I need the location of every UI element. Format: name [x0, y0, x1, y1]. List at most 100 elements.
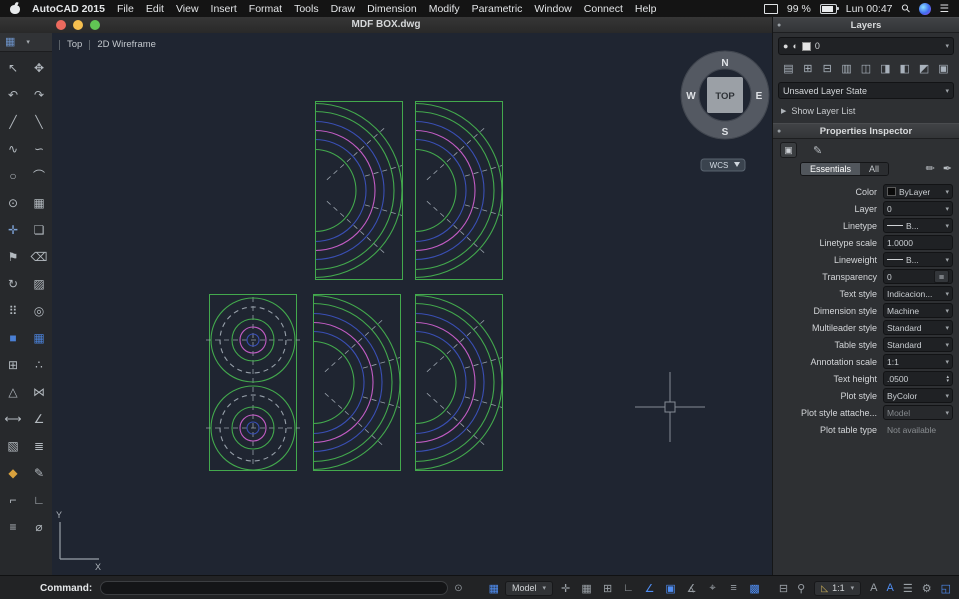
measure-icon[interactable]: ⌀ — [26, 513, 52, 540]
siri-icon[interactable] — [918, 2, 931, 15]
fullscreen-icon[interactable]: ◱ — [941, 582, 951, 595]
viewport-style-control[interactable]: 2D Wireframe — [97, 39, 156, 50]
show-layer-list-disclosure[interactable]: ▶ Show Layer List — [781, 105, 951, 117]
tool-set-chevron-icon[interactable]: ▾ — [26, 38, 30, 46]
linetype-scale-control[interactable] — [883, 235, 953, 250]
select-icon[interactable]: ↖ — [0, 54, 26, 81]
tag-icon[interactable]: ⚑ — [0, 243, 26, 270]
menu-window[interactable]: Window — [534, 3, 571, 15]
menu-tools[interactable]: Tools — [294, 3, 319, 15]
menu-dimension[interactable]: Dimension — [367, 3, 417, 15]
menu-connect[interactable]: Connect — [584, 3, 623, 15]
table-style-control[interactable]: Standard ▾ — [883, 337, 953, 352]
point-icon[interactable]: ∴ — [26, 351, 52, 378]
window-titlebar[interactable]: MDF BOX.dwg — [0, 17, 772, 34]
zoom-icon[interactable]: ⚲ — [797, 582, 805, 595]
isolate-layer-icon[interactable]: ◫ — [858, 60, 875, 76]
mdf-arc-part[interactable] — [415, 294, 506, 471]
layers-icon[interactable]: ≣ — [26, 432, 52, 459]
construction-line-icon[interactable]: ╲ — [26, 108, 52, 135]
eyedropper-icon[interactable]: ✒ — [943, 162, 952, 175]
freeze-layer-icon[interactable]: ◨ — [877, 60, 894, 76]
table-icon[interactable]: ▦ — [26, 324, 52, 351]
plot-icon[interactable]: ⊟ — [779, 582, 788, 595]
linetype-scale-input[interactable] — [887, 237, 949, 248]
multileader-style-control[interactable]: Standard ▾ — [883, 320, 953, 335]
menu-draw[interactable]: Draw — [331, 3, 356, 15]
model-space-canvas[interactable]: N W E S TOP WCS Y X — [52, 33, 772, 575]
layer-off-icon[interactable]: ◩ — [916, 60, 933, 76]
match-properties-icon[interactable]: ✏ — [926, 162, 935, 175]
layer-control[interactable]: 0 ▾ — [883, 201, 953, 216]
menu-insert[interactable]: Insert — [211, 3, 237, 15]
line-icon[interactable]: ╱ — [0, 108, 26, 135]
spline-icon[interactable]: ∽ — [26, 135, 52, 162]
undo-icon[interactable]: ↶ — [0, 81, 26, 108]
menu-help[interactable]: Help — [635, 3, 657, 15]
value-stepper[interactable]: ▴ ▾ — [946, 374, 949, 383]
drawing-entities[interactable] — [206, 101, 506, 471]
stepper-down-icon[interactable]: ▾ — [946, 378, 949, 383]
annotation-visibility-icon[interactable]: A — [870, 582, 877, 594]
snap-toggle[interactable]: ▦ — [580, 582, 593, 595]
lock-layer-icon[interactable]: ◧ — [896, 60, 913, 76]
dim-linear-icon[interactable]: ⟷ — [0, 405, 26, 432]
annotation-scale-control[interactable]: 1:1 ▾ — [883, 354, 953, 369]
model-space-button[interactable]: Model ▾ — [505, 580, 554, 596]
circle-icon[interactable]: ○ — [0, 162, 26, 189]
layer-color-swatch[interactable] — [801, 41, 811, 51]
panel-collapse-icon[interactable]: ● — [777, 22, 781, 29]
compass-top-label[interactable]: TOP — [715, 91, 735, 102]
offset-icon[interactable]: ◎ — [26, 297, 52, 324]
command-history-icon[interactable]: ⊙ — [454, 583, 462, 594]
lineweight-control[interactable]: B... ▾ — [883, 252, 953, 267]
extrude-icon[interactable]: ▧ — [0, 432, 26, 459]
redo-icon[interactable]: ↷ — [26, 81, 52, 108]
properties-panel-header[interactable]: ● Properties Inspector — [773, 123, 959, 139]
dimension-style-control[interactable]: Machine ▾ — [883, 303, 953, 318]
command-input[interactable] — [100, 581, 449, 595]
mdf-arc-part[interactable] — [315, 102, 406, 279]
settings-icon[interactable]: ⚙ — [922, 582, 932, 595]
compass-east[interactable]: E — [756, 91, 763, 102]
quick-properties-toggle[interactable]: ▩ — [748, 582, 761, 595]
layer-freeze-icon[interactable]: ◐ — [792, 41, 797, 51]
viewport-layout-icon[interactable]: ▦ — [489, 582, 499, 595]
layers-panel-header[interactable]: ● Layers — [773, 17, 959, 33]
align-icon[interactable]: ≡ — [0, 513, 26, 540]
notification-center-icon[interactable]: ☰ — [940, 3, 949, 15]
menu-parametric[interactable]: Parametric — [472, 3, 523, 15]
transparency-slider-icon[interactable]: ≣ — [934, 270, 949, 283]
battery-icon[interactable] — [819, 3, 839, 14]
hatch-icon[interactable]: ▨ — [26, 270, 52, 297]
menu-modify[interactable]: Modify — [429, 3, 460, 15]
text-style-control[interactable]: Indicacion... ▾ — [883, 286, 953, 301]
drawing-area[interactable]: Top 2D Wireframe N W E S TOP WCS Y X — [52, 33, 772, 575]
compass-west[interactable]: W — [686, 91, 696, 102]
block-icon[interactable]: ⊞ — [0, 351, 26, 378]
array-icon[interactable]: ⠿ — [0, 297, 26, 324]
mirror-icon[interactable]: ⋈ — [26, 378, 52, 405]
apple-menu-icon[interactable] — [10, 3, 20, 14]
move-icon[interactable]: ✛ — [0, 216, 26, 243]
tab-essentials[interactable]: Essentials — [801, 162, 861, 175]
wcs-dropdown[interactable]: WCS — [700, 158, 746, 172]
annotation-scale-button[interactable]: ◺ 1:1 ▾ — [814, 580, 862, 596]
panel-collapse-icon[interactable]: ● — [777, 128, 781, 135]
app-menu[interactable]: AutoCAD 2015 — [32, 3, 105, 15]
menu-view[interactable]: View — [176, 3, 199, 15]
mdf-arc-part[interactable] — [313, 294, 404, 471]
selection-properties-icon[interactable]: ▣ — [780, 142, 797, 158]
menu-edit[interactable]: Edit — [146, 3, 164, 15]
menu-clock[interactable]: Lun 00:47 — [846, 3, 893, 15]
region-icon[interactable]: ■ — [0, 324, 26, 351]
grid-toggle[interactable]: ⊞ — [601, 582, 614, 595]
tab-all[interactable]: All — [860, 162, 889, 175]
infer-constraints-toggle[interactable]: ✛ — [559, 582, 572, 595]
otrack-toggle[interactable]: ∡ — [685, 582, 698, 595]
copy-icon[interactable]: ❏ — [26, 216, 52, 243]
text-height-input[interactable] — [887, 373, 944, 384]
status-list-icon[interactable]: ☰ — [903, 582, 913, 595]
arc-icon[interactable]: ⌒ — [26, 162, 52, 189]
pan-icon[interactable]: ✥ — [26, 54, 52, 81]
